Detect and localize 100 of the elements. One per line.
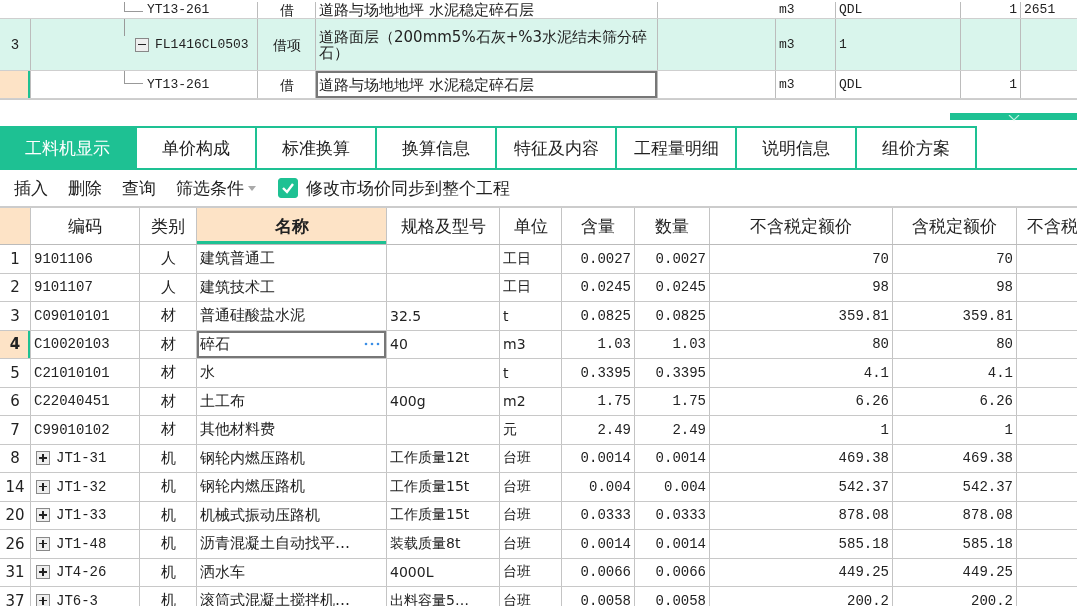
column-header[interactable]: 含量 xyxy=(562,208,635,244)
table-cell: 0.0027 xyxy=(562,245,635,273)
row-number: 37 xyxy=(0,587,31,606)
table-cell: C99010102 xyxy=(34,421,110,438)
table-cell: 0.0058 xyxy=(635,587,710,606)
column-header[interactable]: 编码 xyxy=(31,208,140,244)
checkbox[interactable] xyxy=(278,178,298,198)
table-cell: 1 xyxy=(893,416,1017,444)
table-cell: 人 xyxy=(140,245,197,273)
row-number: 4 xyxy=(0,330,31,358)
table-cell: 4.1 xyxy=(893,359,1017,387)
column-header[interactable]: 不含税 xyxy=(1017,208,1077,244)
table-cell: 普通硅酸盐水泥 xyxy=(197,302,387,330)
column-header[interactable]: 不含税定额价 xyxy=(710,208,893,244)
expand-icon[interactable] xyxy=(36,565,50,580)
table-cell: 其他材料费 xyxy=(197,416,387,444)
table-cell: 70 xyxy=(710,245,893,273)
tab[interactable]: 单价构成 xyxy=(137,126,257,168)
row-number: 20 xyxy=(0,501,31,529)
table-cell: 449.25 xyxy=(893,558,1017,586)
toolbar-button[interactable]: 删除 xyxy=(60,176,110,200)
column-header[interactable]: 名称 xyxy=(197,208,387,244)
row-number: 3 xyxy=(0,19,31,70)
table-cell: 机 xyxy=(140,501,197,529)
expand-icon[interactable] xyxy=(36,536,50,551)
expand-icon[interactable] xyxy=(36,508,50,523)
table-cell: JT1-32 xyxy=(56,478,107,495)
table-cell: JT6-3 xyxy=(56,592,98,606)
column-header[interactable]: 单位 xyxy=(500,208,562,244)
row-number: 6 xyxy=(0,387,31,415)
table-cell: 台班 xyxy=(500,558,562,586)
table-cell: 9101107 xyxy=(34,279,93,296)
table-cell: 4.1 xyxy=(710,359,893,387)
table-cell: 469.38 xyxy=(710,444,893,472)
table-cell: 0.0825 xyxy=(635,302,710,330)
table-cell: 585.18 xyxy=(893,530,1017,558)
table-cell[interactable]: 碎石 xyxy=(197,330,387,358)
table-cell: JT1-48 xyxy=(56,535,107,552)
filter-dropdown[interactable]: 筛选条件 xyxy=(168,176,264,200)
table-cell: C10020103 xyxy=(34,336,110,353)
table-cell: 出料容量5… xyxy=(387,587,500,606)
table-row[interactable]: YT13-261 借 道路与场地地坪 水泥稳定碎石层 m3 QDL 1 xyxy=(0,71,1077,99)
table-cell: 1 xyxy=(710,416,893,444)
table-cell: 80 xyxy=(710,330,893,358)
table-cell: 人 xyxy=(140,273,197,301)
column-header[interactable]: 数量 xyxy=(635,208,710,244)
table-cell: m3 xyxy=(776,2,836,18)
table-cell: 机 xyxy=(140,444,197,472)
tab[interactable]: 工程量明细 xyxy=(617,126,737,168)
table-cell: 土工布 xyxy=(197,387,387,415)
table-cell: 400g xyxy=(387,387,500,415)
column-header[interactable]: 规格及型号 xyxy=(387,208,500,244)
table-cell: 1.03 xyxy=(562,330,635,358)
table-cell: 449.25 xyxy=(710,558,893,586)
table-cell: 机 xyxy=(140,473,197,501)
toolbar-button[interactable]: 查询 xyxy=(114,176,164,200)
table-cell: YT13-261 xyxy=(147,76,210,93)
table-cell: 水 xyxy=(197,359,387,387)
tab[interactable]: 换算信息 xyxy=(377,126,497,168)
table-cell: 32.5 xyxy=(387,302,500,330)
tab[interactable]: 说明信息 xyxy=(737,126,857,168)
column-header[interactable]: 含税定额价 xyxy=(893,208,1017,244)
table-cell: 469.38 xyxy=(893,444,1017,472)
toolbar-button[interactable]: 插入 xyxy=(6,176,56,200)
table-cell: 道路与场地地坪 水泥稳定碎石层 xyxy=(316,71,658,98)
expand-icon[interactable] xyxy=(36,593,50,606)
expand-icon[interactable] xyxy=(36,479,50,494)
table-cell: m3 xyxy=(500,330,562,358)
tab[interactable]: 特征及内容 xyxy=(497,126,617,168)
tab[interactable]: 组价方案 xyxy=(857,126,977,168)
table-cell: 机 xyxy=(140,530,197,558)
table-cell: 0.0245 xyxy=(635,273,710,301)
tab[interactable]: 标准换算 xyxy=(257,126,377,168)
collapse-icon[interactable] xyxy=(135,37,149,52)
more-icon[interactable] xyxy=(364,342,380,347)
table-cell: 借 xyxy=(258,71,316,98)
table-cell: 359.81 xyxy=(893,302,1017,330)
table-cell: t xyxy=(500,302,562,330)
table-cell: 2.49 xyxy=(635,416,710,444)
table-cell: m2 xyxy=(500,387,562,415)
table-cell: 建筑普通工 xyxy=(197,245,387,273)
table-cell: 借项 xyxy=(258,19,316,70)
table-cell: 材 xyxy=(140,416,197,444)
table-cell: 40 xyxy=(387,330,500,358)
table-cell: 1 xyxy=(836,19,961,70)
row-number: 3 xyxy=(0,302,31,330)
table-cell: 542.37 xyxy=(710,473,893,501)
collapse-handle[interactable] xyxy=(950,113,1077,120)
table-row[interactable]: 3 FL1416CL0503 借项 道路面层（200mm5%石灰+%3水泥结未筛分碎石） m3 1 xyxy=(0,19,1077,71)
table-cell: 200.2 xyxy=(893,587,1017,606)
table-cell: 0.0066 xyxy=(635,558,710,586)
table-cell: 0.004 xyxy=(635,473,710,501)
expand-icon[interactable] xyxy=(36,451,50,466)
table-cell: m3 xyxy=(776,19,836,70)
table-cell: 0.3395 xyxy=(562,359,635,387)
table-cell: 0.0066 xyxy=(562,558,635,586)
table-cell: 0.0333 xyxy=(562,501,635,529)
row-number: 31 xyxy=(0,558,31,586)
table-cell: 0.3395 xyxy=(635,359,710,387)
table-cell: 台班 xyxy=(500,501,562,529)
